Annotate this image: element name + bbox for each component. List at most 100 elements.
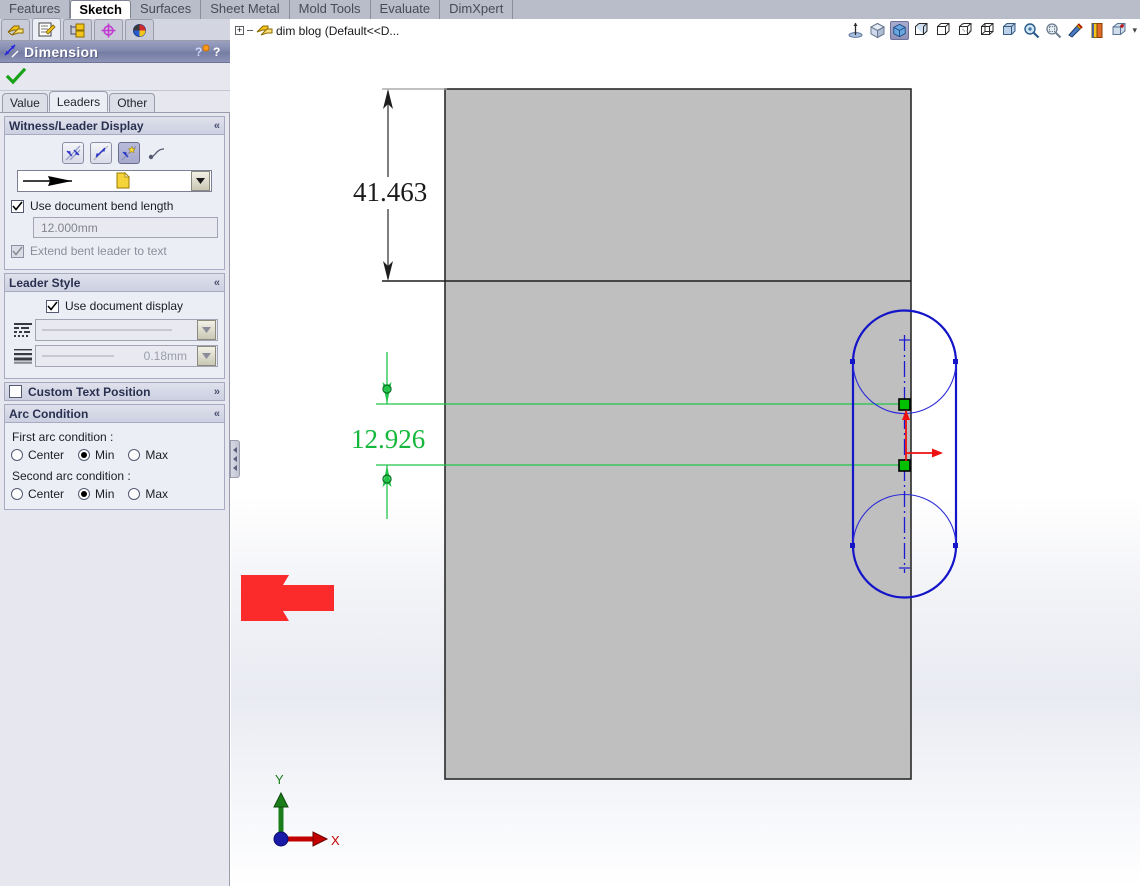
graphics-area[interactable]: + dim blog (Default<<D... ▾ 41.463 12.92… <box>231 19 1140 886</box>
first-arc-max-option[interactable]: Max <box>128 448 168 462</box>
second-arc-center-radio[interactable] <box>11 488 23 500</box>
use-document-display-row[interactable]: Use document display <box>11 299 218 313</box>
use-document-bend-length-row[interactable]: Use document bend length <box>11 199 218 213</box>
origin-triad: Y X <box>273 772 340 848</box>
feature-manager-tab[interactable] <box>1 19 30 40</box>
sketch-point[interactable] <box>953 543 958 548</box>
tab-other[interactable]: Other <box>109 93 156 112</box>
panel-splitter-handle[interactable] <box>230 440 240 478</box>
command-tab-sheet-metal[interactable]: Sheet Metal <box>201 0 290 19</box>
arrow-style-dropdown-button[interactable] <box>191 171 210 191</box>
svg-text:?: ? <box>195 45 202 59</box>
command-tab-surfaces[interactable]: Surfaces <box>130 0 202 19</box>
second-arc-min-radio[interactable] <box>78 488 91 500</box>
command-tab-sketch[interactable]: Sketch <box>70 0 131 19</box>
first-arc-min-label: Min <box>95 448 115 462</box>
leader-line-thickness-combo[interactable]: 0.18mm <box>35 345 218 367</box>
second-arc-center-option[interactable]: Center <box>11 487 64 501</box>
arc-condition-header[interactable]: Arc Condition « <box>4 404 225 423</box>
sketch-point[interactable] <box>850 543 855 548</box>
command-tab-mold-tools[interactable]: Mold Tools <box>289 0 371 19</box>
line-thickness-glyph-icon <box>14 349 32 364</box>
display-manager-tab[interactable] <box>125 19 154 40</box>
use-document-bend-length-checkbox[interactable] <box>11 199 24 213</box>
bent-leader-icon <box>148 148 164 160</box>
line-style-icon <box>11 319 35 341</box>
chevron-up-icon[interactable]: « <box>214 120 220 132</box>
leader-line-style-dropdown-button[interactable] <box>197 320 216 340</box>
svg-text:?: ? <box>213 45 220 59</box>
property-manager-icon <box>38 22 56 37</box>
leader-style-header[interactable]: Leader Style « <box>4 273 225 292</box>
chevron-up-icon[interactable]: « <box>214 408 220 420</box>
help-icon[interactable]: ? <box>213 44 224 59</box>
first-arc-center-option[interactable]: Center <box>11 448 64 462</box>
chevron-up-icon[interactable]: « <box>214 277 220 289</box>
tab-value[interactable]: Value <box>2 93 48 112</box>
tab-leaders[interactable]: Leaders <box>48 91 109 112</box>
first-arc-min-option[interactable]: Min <box>78 448 114 462</box>
configuration-icon <box>70 23 85 37</box>
triad-y-arrow-icon <box>273 791 289 808</box>
smart-arrows-button[interactable] <box>117 142 140 164</box>
line-preview-icon <box>42 329 172 331</box>
leader-line-style-row <box>11 319 218 341</box>
leader-style-body: Use document display 0.18mm <box>4 292 225 379</box>
bend-length-field[interactable]: 12.000mm <box>33 217 218 238</box>
bent-leader-button[interactable] <box>146 142 168 164</box>
property-manager-title: Dimension <box>24 43 99 60</box>
leader-line-thickness-dropdown-button[interactable] <box>197 346 216 366</box>
line-preview-icon <box>42 355 114 357</box>
second-arc-min-option[interactable]: Min <box>78 487 114 501</box>
display-manager-icon <box>133 23 146 37</box>
leader-line-thickness-value: 0.18mm <box>143 349 187 363</box>
sketch-point[interactable] <box>850 359 855 364</box>
witness-leader-display-header[interactable]: Witness/Leader Display « <box>4 116 225 135</box>
use-document-display-checkbox[interactable] <box>45 299 59 313</box>
radio-dot-icon <box>81 452 88 458</box>
green-check-icon[interactable] <box>6 67 26 86</box>
custom-text-position-checkbox[interactable] <box>9 385 22 398</box>
selected-arc-center-upper[interactable] <box>898 398 911 411</box>
first-arc-max-radio[interactable] <box>128 449 141 461</box>
triad-origin-point <box>273 831 289 847</box>
arrow-style-combo-face[interactable] <box>18 171 191 191</box>
command-tab-evaluate[interactable]: Evaluate <box>370 0 441 19</box>
outside-arrows-button[interactable] <box>61 142 84 164</box>
leader-line-thickness-face: 0.18mm <box>36 349 197 363</box>
extend-bent-leader-checkbox <box>11 244 24 258</box>
first-arc-center-radio[interactable] <box>11 449 23 461</box>
custom-text-position-header[interactable]: Custom Text Position » <box>4 382 225 401</box>
sketch-point[interactable] <box>953 359 958 364</box>
vertical-dimension-41[interactable]: 41.463 <box>343 89 435 281</box>
help-options-icon[interactable]: ? <box>195 44 210 59</box>
red-marker-arrow-right-icon <box>932 448 943 458</box>
command-tab-features[interactable]: Features <box>0 0 71 19</box>
configuration-manager-tab[interactable] <box>63 19 92 40</box>
chevron-down-icon[interactable]: » <box>214 386 220 398</box>
model-sketch-canvas[interactable]: 41.463 12.926 Y X <box>231 19 1140 886</box>
selected-arc-center-lower[interactable] <box>898 459 911 472</box>
part-face-rectangle[interactable] <box>444 88 912 780</box>
triad-y-label: Y <box>275 772 284 787</box>
dimxpert-manager-tab[interactable] <box>94 19 123 40</box>
check-mark-icon <box>12 246 23 256</box>
command-tab-dimxpert[interactable]: DimXpert <box>440 0 514 19</box>
second-arc-max-radio[interactable] <box>128 488 141 500</box>
leader-line-style-combo[interactable] <box>35 319 218 341</box>
inside-arrows-button[interactable] <box>89 142 112 164</box>
first-arc-min-radio[interactable] <box>78 449 91 461</box>
triad-x-arrow-icon <box>312 831 329 847</box>
arrow-style-combo[interactable] <box>17 170 212 192</box>
dimension-41-value[interactable]: 41.463 <box>353 177 427 207</box>
radio-dot-icon <box>81 491 88 497</box>
second-arc-min-label: Min <box>95 487 115 501</box>
second-arc-max-option[interactable]: Max <box>128 487 168 501</box>
arc-condition-group: Arc Condition « First arc condition : Ce… <box>4 404 225 510</box>
property-manager-tab[interactable] <box>32 18 61 40</box>
use-document-style-icon <box>116 172 130 189</box>
dimension-12-value[interactable]: 12.926 <box>351 424 425 454</box>
witness-leader-display-body: Use document bend length 12.000mm Extend… <box>4 135 225 270</box>
property-manager-header-icons: ? ? <box>195 44 230 59</box>
red-callout-arrow <box>241 575 334 621</box>
